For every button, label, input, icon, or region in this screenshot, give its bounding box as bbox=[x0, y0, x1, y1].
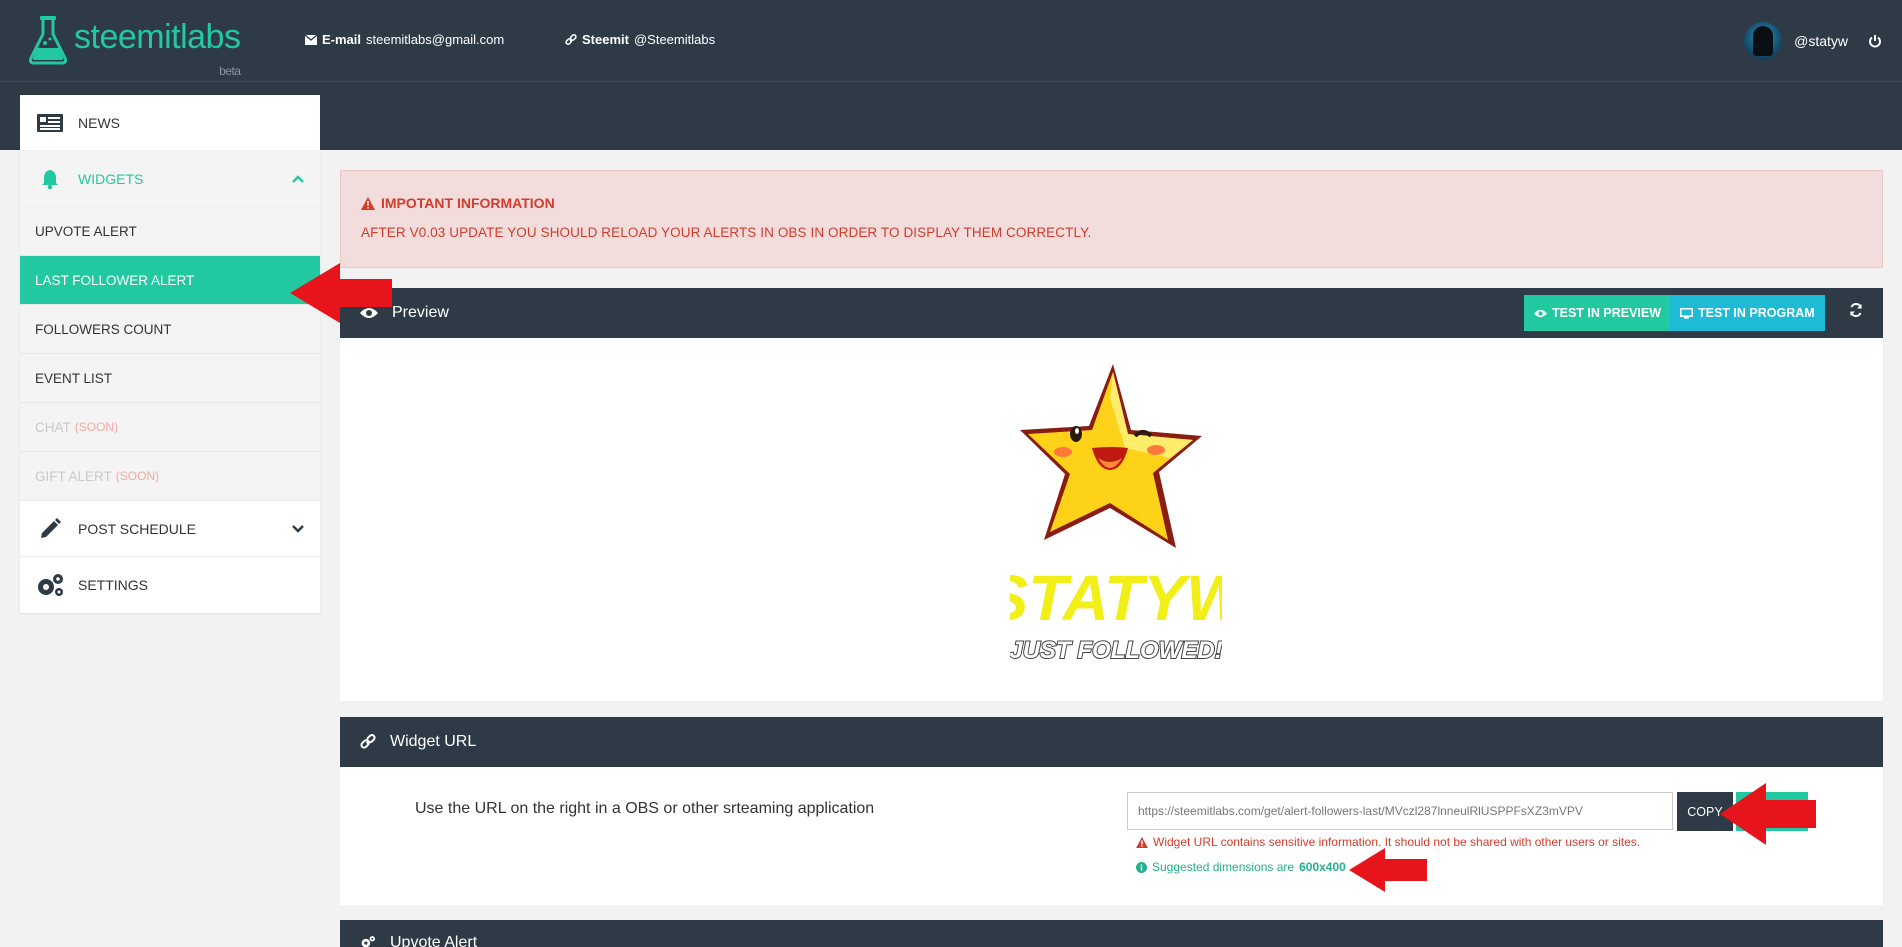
sidebar-item-news[interactable]: NEWS bbox=[20, 95, 320, 151]
preview-panel-header: Preview TEST IN PREVIEW TEST IN PROGRAM bbox=[340, 288, 1883, 338]
widget-url-panel-header: Widget URL bbox=[340, 717, 1883, 767]
sidebar-item-label: POST SCHEDULE bbox=[78, 520, 196, 537]
test-in-program-label: TEST IN PROGRAM bbox=[1698, 306, 1815, 320]
subitem-label: CHAT bbox=[35, 419, 71, 435]
alert-title: IMPOTANT INFORMATION bbox=[361, 195, 1862, 211]
gears-icon bbox=[360, 934, 376, 947]
sidebar: NEWS WIDGETS UPVOTE ALERT LAST FOLLOWER … bbox=[20, 95, 320, 613]
pencil-icon bbox=[35, 517, 65, 541]
logo[interactable]: steemitlabs beta bbox=[28, 14, 241, 78]
sidebar-subitem-followers-count[interactable]: FOLLOWERS COUNT bbox=[20, 305, 320, 354]
sidebar-item-widgets[interactable]: WIDGETS bbox=[20, 151, 320, 207]
flask-logo-icon bbox=[28, 16, 68, 65]
sidebar-subitem-event-list[interactable]: EVENT LIST bbox=[20, 354, 320, 403]
annotation-arrow-icon bbox=[1720, 783, 1816, 845]
user-menu[interactable]: @statyw bbox=[1744, 22, 1882, 60]
newspaper-icon bbox=[35, 111, 65, 135]
soon-tag: (SOON) bbox=[74, 420, 119, 434]
sidebar-subitem-chat: CHAT (SOON) bbox=[20, 403, 320, 452]
steemit-value: @Steemitlabs bbox=[633, 32, 716, 47]
power-icon[interactable] bbox=[1868, 34, 1882, 48]
chevron-down-icon[interactable] bbox=[292, 524, 304, 533]
sidebar-subitem-gift-alert: GIFT ALERT (SOON) bbox=[20, 452, 320, 501]
gears-icon bbox=[35, 573, 65, 597]
chevron-up-icon[interactable] bbox=[292, 174, 304, 183]
email-value: steemitlabs@gmail.com bbox=[366, 32, 505, 47]
dimensions-value: 600x400 bbox=[1299, 860, 1346, 874]
steemit-label: Steemit bbox=[582, 32, 629, 47]
email-label: E-mail bbox=[322, 32, 362, 47]
upvote-alert-panel-header: Upvote Alert bbox=[340, 920, 1883, 947]
avatar[interactable] bbox=[1744, 22, 1783, 60]
link-icon bbox=[360, 734, 376, 750]
widget-url-input[interactable] bbox=[1127, 792, 1673, 830]
subitem-label: LAST FOLLOWER ALERT bbox=[35, 272, 195, 288]
url-warning: Widget URL contains sensitive informatio… bbox=[1136, 835, 1640, 849]
subitem-label: EVENT LIST bbox=[35, 370, 113, 386]
alert-message-text: JUST FOLLOWED! bbox=[1010, 637, 1222, 664]
preview-panel-body: STATYW JUST FOLLOWED! bbox=[340, 338, 1883, 701]
eye-icon bbox=[1534, 309, 1547, 317]
sidebar-item-settings[interactable]: SETTINGS bbox=[20, 557, 320, 613]
warning-icon bbox=[361, 196, 375, 210]
important-info-alert: IMPOTANT INFORMATION AFTER V0.03 UPDATE … bbox=[340, 170, 1883, 268]
info-icon bbox=[1136, 861, 1147, 873]
sidebar-item-post-schedule[interactable]: POST SCHEDULE bbox=[20, 501, 320, 557]
copy-label: COPY bbox=[1687, 804, 1723, 819]
soon-tag: (SOON) bbox=[115, 469, 160, 483]
refresh-icon[interactable] bbox=[1849, 303, 1863, 317]
test-in-program-button[interactable]: TEST IN PROGRAM bbox=[1670, 295, 1825, 331]
alert-username-text: STATYW bbox=[1010, 562, 1222, 634]
logo-text: steemitlabs beta bbox=[74, 18, 241, 78]
bell-icon bbox=[35, 167, 65, 191]
preview-title: Preview bbox=[392, 304, 449, 321]
monitor-icon bbox=[1680, 307, 1693, 319]
annotation-arrow-icon bbox=[1349, 848, 1427, 892]
widget-url-description: Use the URL on the right in a OBS or oth… bbox=[415, 800, 875, 817]
sidebar-subitem-upvote-alert[interactable]: UPVOTE ALERT bbox=[20, 207, 320, 256]
email-contact[interactable]: E-mail steemitlabs@gmail.com bbox=[305, 32, 504, 47]
subitem-label: UPVOTE ALERT bbox=[35, 223, 137, 239]
warning-icon bbox=[1136, 836, 1148, 848]
url-warning-text: Widget URL contains sensitive informatio… bbox=[1153, 835, 1641, 849]
steemit-contact[interactable]: Steemit @Steemitlabs bbox=[565, 32, 715, 47]
test-in-preview-label: TEST IN PREVIEW bbox=[1552, 306, 1662, 320]
sidebar-item-label: WIDGETS bbox=[78, 170, 144, 187]
subitem-label: FOLLOWERS COUNT bbox=[35, 321, 172, 337]
sidebar-item-label: NEWS bbox=[78, 114, 120, 131]
logo-wordmark: steemitlabs bbox=[74, 18, 241, 56]
dimensions-prefix: Suggested dimensions are bbox=[1152, 860, 1295, 874]
top-header: steemitlabs beta E-mail steemitlabs@gmai… bbox=[0, 0, 1902, 82]
widget-url-title: Widget URL bbox=[390, 733, 477, 750]
sidebar-subitem-last-follower-alert[interactable]: LAST FOLLOWER ALERT bbox=[20, 256, 320, 305]
alert-title-text: IMPOTANT INFORMATION bbox=[381, 195, 555, 211]
alert-body: AFTER V0.03 UPDATE YOU SHOULD RELOAD YOU… bbox=[361, 225, 1092, 240]
sidebar-item-label: SETTINGS bbox=[78, 577, 149, 593]
upvote-alert-title: Upvote Alert bbox=[390, 934, 478, 947]
widget-url-panel-body: Use the URL on the right in a OBS or oth… bbox=[340, 767, 1883, 905]
annotation-arrow-icon bbox=[290, 263, 392, 323]
follower-alert-preview: STATYW JUST FOLLOWED! bbox=[1010, 364, 1222, 665]
envelope-icon bbox=[305, 34, 317, 45]
subitem-label: GIFT ALERT bbox=[35, 468, 112, 484]
suggested-dimensions: Suggested dimensions are 600x400 bbox=[1136, 860, 1346, 874]
star-mascot-icon bbox=[1020, 364, 1202, 548]
link-icon bbox=[565, 33, 577, 45]
test-in-preview-button[interactable]: TEST IN PREVIEW bbox=[1524, 295, 1672, 331]
username[interactable]: @statyw bbox=[1794, 33, 1848, 49]
